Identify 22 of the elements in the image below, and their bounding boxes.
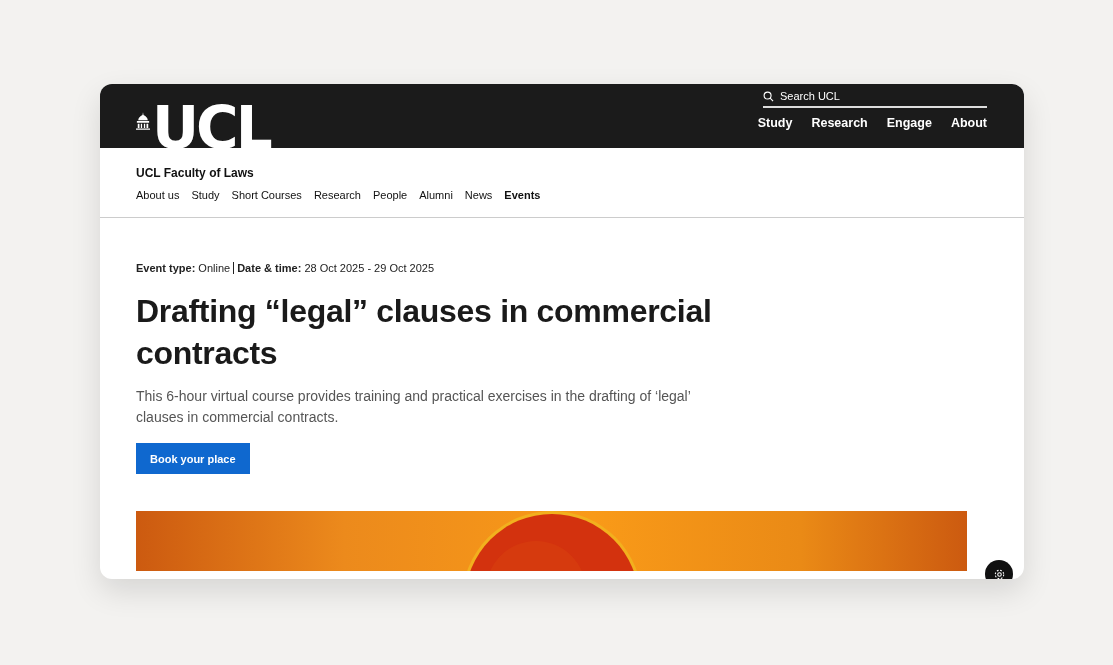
section-link[interactable]: Events [504,189,541,201]
section-link[interactable]: Alumni [419,189,453,201]
section-link[interactable]: People [372,189,408,201]
nav-link[interactable]: Study [757,116,793,130]
nav-link[interactable]: Engage [886,116,932,130]
nav-link[interactable]: About [950,116,987,130]
section-link[interactable]: News [464,189,493,201]
building-icon [136,112,150,130]
section-link[interactable]: Short Courses [231,189,302,201]
event-meta: Date & time: 28 Oct 2025 - 29 Oct 2025 [233,262,435,274]
event-meta: Event type: Online [136,262,231,274]
nav-link[interactable]: Research [811,116,868,130]
search-icon [763,90,774,102]
event-description: This 6-hour virtual course provides training and practical exercises in the drafting of ‘legal’ clauses in commercial contracts. [136,387,692,427]
settings-icon [992,567,1006,579]
book-button[interactable]: Book your place [136,443,250,474]
section-link[interactable]: Study [191,189,220,201]
section-link[interactable]: Research [313,189,361,201]
faculty-title[interactable]: UCL Faculty of Laws [136,166,988,180]
search-field[interactable]: Search UCL [780,90,960,102]
event-title: Drafting “legal” clauses in commercial contracts [136,292,713,373]
section-link[interactable]: About us [136,189,180,201]
